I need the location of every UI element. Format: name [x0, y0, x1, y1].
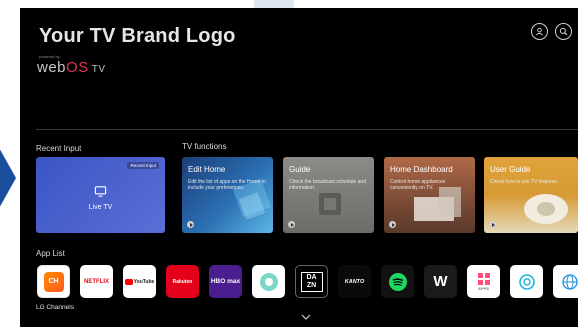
guide-card[interactable]: Guide Check the broadcast schedule and i… — [283, 157, 374, 233]
app-kanto[interactable]: KANTO — [338, 265, 371, 298]
tv-screen: Your TV Brand Logo powered by webOS TV Re… — [20, 8, 578, 327]
app-youtube[interactable]: YouTube — [123, 265, 156, 298]
tv-icon — [94, 186, 107, 197]
account-icon — [536, 27, 543, 36]
dazn-logo: DA ZN — [300, 271, 323, 292]
nighttime-icon — [259, 272, 278, 291]
account-button[interactable] — [531, 23, 548, 40]
focused-app-label: LG Channels — [36, 304, 74, 311]
spotify-icon — [388, 272, 407, 291]
edit-home-card[interactable]: Edit Home Edit the list of apps on the H… — [182, 157, 273, 233]
card-description: Check the broadcast schedule and informa… — [289, 179, 366, 191]
webos-os: OS — [66, 59, 89, 76]
live-tv-label: Live TV — [88, 204, 113, 211]
app-dazn[interactable]: DA ZN — [295, 265, 328, 298]
app-hbo-max[interactable]: HBO max — [209, 265, 242, 298]
recent-input-live-tv-card[interactable]: Recent Input Live TV — [36, 157, 165, 233]
card-description: Edit the list of apps on the Home to inc… — [188, 179, 266, 191]
recent-input-badge: Recent Input — [127, 162, 159, 169]
chevron-down-icon[interactable] — [301, 314, 311, 320]
card-title: User Guide — [490, 165, 531, 174]
youtube-icon: YouTube — [124, 278, 155, 285]
globe-icon — [561, 273, 578, 290]
arrow-marker-icon — [0, 146, 16, 210]
webos-web: web — [37, 59, 67, 76]
app-web-browser[interactable] — [553, 265, 578, 298]
apps-icon-group: APPS — [477, 272, 490, 291]
youtube-play-icon — [124, 278, 133, 285]
app-apps[interactable]: APPS — [467, 265, 500, 298]
divider — [36, 129, 578, 130]
recent-input-heading: Recent Input — [36, 144, 82, 153]
app-lg-channels[interactable]: CH — [37, 265, 70, 298]
home-dashboard-card[interactable]: Home Dashboard Control home appliances c… — [384, 157, 475, 233]
webos-logo: webOS TV — [37, 59, 106, 76]
webos-tv: TV — [91, 64, 106, 75]
app-nighttime[interactable] — [252, 265, 285, 298]
youtube-label: YouTube — [133, 278, 155, 285]
card-title: Home Dashboard — [390, 165, 453, 174]
card-title: Edit Home — [188, 165, 226, 174]
apps-grid-icon — [477, 272, 490, 285]
tv-functions-heading: TV functions — [182, 142, 227, 151]
play-icon — [489, 221, 496, 228]
user-guide-card[interactable]: User Guide Check how to use TV features. — [484, 157, 578, 233]
card-description: Check how to use TV features. — [490, 179, 559, 185]
app-rakuten[interactable]: Rakuten — [166, 265, 199, 298]
card-title: Guide — [289, 165, 311, 174]
app-list-heading: App List — [36, 249, 65, 258]
rakuten-tv-icon — [518, 273, 535, 290]
app-netflix[interactable]: NETFLIX — [80, 265, 113, 298]
play-icon — [187, 221, 194, 228]
app-wwe[interactable]: W — [424, 265, 457, 298]
brand-logo: Your TV Brand Logo — [39, 25, 236, 47]
play-icon — [288, 221, 295, 228]
search-icon — [559, 27, 568, 36]
card-description: Control home appliances conveniently on … — [390, 179, 446, 191]
play-icon — [389, 221, 396, 228]
app-rakuten-tv[interactable] — [510, 265, 543, 298]
apps-label: APPS — [478, 285, 489, 291]
search-button[interactable] — [555, 23, 572, 40]
lg-channels-icon: CH — [43, 271, 64, 292]
app-spotify[interactable] — [381, 265, 414, 298]
